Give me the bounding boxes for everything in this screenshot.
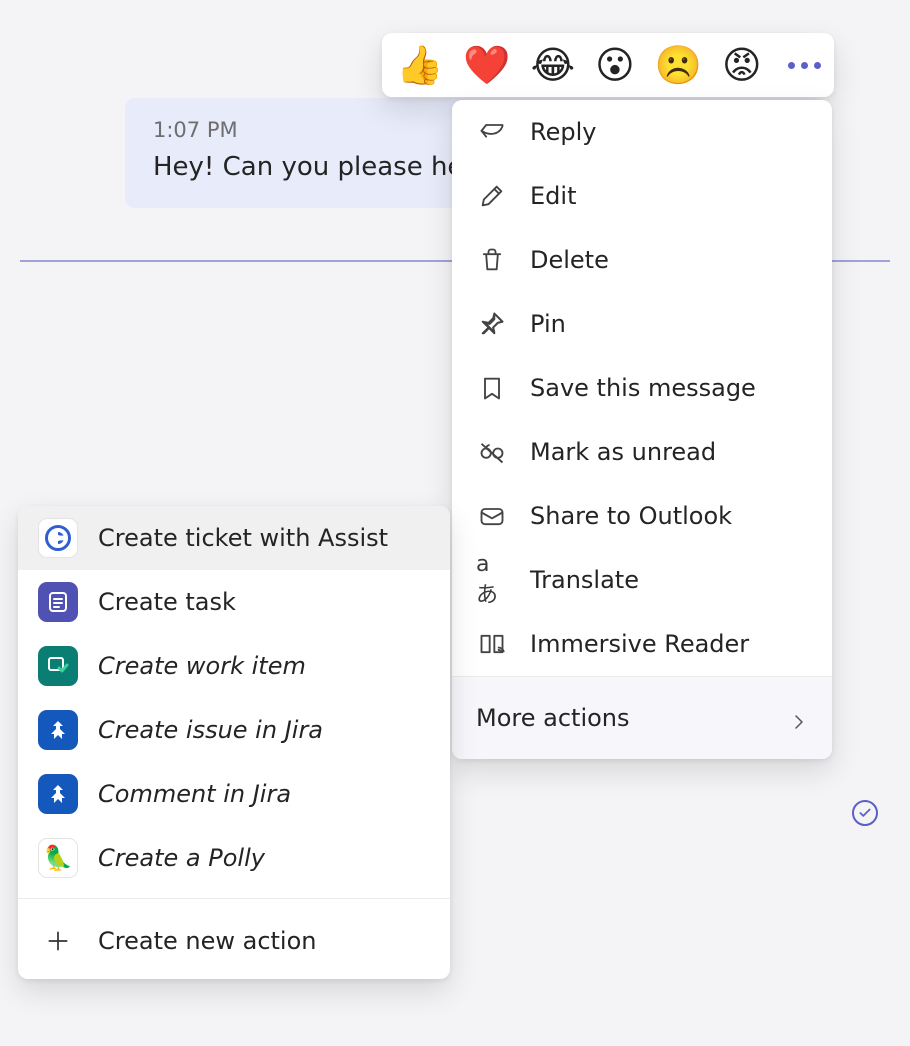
submenu-item-label: Create ticket with Assist — [98, 524, 388, 552]
menu-item-label: Share to Outlook — [530, 502, 732, 530]
submenu-item-label: Create a Polly — [98, 844, 265, 872]
translate-icon: aあ — [476, 564, 508, 596]
reaction-bar: 👍 ❤️ 😂 😮 ☹️ 😡 — [382, 33, 834, 97]
reaction-surprised[interactable]: 😮 — [595, 46, 635, 84]
menu-item-label: Reply — [530, 118, 596, 146]
jira-app-icon — [38, 710, 78, 750]
submenu-item-label: Create work item — [98, 652, 306, 680]
submenu-item-label: Create issue in Jira — [98, 716, 323, 744]
menu-item-label: Immersive Reader — [530, 630, 749, 658]
mark-unread-icon — [476, 436, 508, 468]
submenu-item-label: Create new action — [98, 927, 316, 955]
submenu-item-label: Comment in Jira — [98, 780, 291, 808]
edit-icon — [476, 180, 508, 212]
bookmark-icon — [476, 372, 508, 404]
menu-item-immersive-reader[interactable]: Immersive Reader — [452, 612, 832, 676]
more-actions-submenu: Create ticket with Assist Create task Cr… — [18, 506, 450, 979]
menu-item-mark-unread[interactable]: Mark as unread — [452, 420, 832, 484]
immersive-reader-icon — [476, 628, 508, 660]
reaction-heart[interactable]: ❤️ — [463, 46, 510, 84]
submenu-item-create-issue-jira[interactable]: Create issue in Jira — [18, 698, 450, 762]
menu-item-label: Save this message — [530, 374, 756, 402]
menu-item-more-actions[interactable]: More actions — [452, 677, 832, 759]
submenu-item-comment-jira[interactable]: Comment in Jira — [18, 762, 450, 826]
reaction-thumbs-up[interactable]: 👍 — [396, 46, 443, 84]
menu-item-edit[interactable]: Edit — [452, 164, 832, 228]
plus-icon — [38, 921, 78, 961]
submenu-item-create-new-action[interactable]: Create new action — [18, 903, 450, 979]
menu-item-label: Pin — [530, 310, 566, 338]
submenu-item-create-polly[interactable]: 🦜 Create a Polly — [18, 826, 450, 890]
jira-app-icon — [38, 774, 78, 814]
menu-item-delete[interactable]: Delete — [452, 228, 832, 292]
chevron-right-icon — [790, 709, 808, 727]
pin-icon — [476, 308, 508, 340]
delete-icon — [476, 244, 508, 276]
menu-item-label: More actions — [476, 704, 630, 732]
azure-boards-app-icon — [38, 646, 78, 686]
submenu-divider — [18, 898, 450, 899]
menu-item-pin[interactable]: Pin — [452, 292, 832, 356]
share-outlook-icon — [476, 500, 508, 532]
message-context-menu: Reply Edit Delete Pin Save this message … — [452, 100, 832, 759]
menu-item-label: Edit — [530, 182, 576, 210]
more-reactions-button[interactable] — [782, 62, 827, 69]
reaction-laugh[interactable]: 😂 — [531, 46, 575, 84]
reaction-angry[interactable]: 😡 — [722, 46, 762, 84]
submenu-item-create-work-item[interactable]: Create work item — [18, 634, 450, 698]
assist-app-icon — [38, 518, 78, 558]
read-receipt-icon — [852, 800, 878, 826]
tasks-app-icon — [38, 582, 78, 622]
submenu-item-label: Create task — [98, 588, 236, 616]
menu-item-translate[interactable]: aあ Translate — [452, 548, 832, 612]
submenu-item-create-ticket-assist[interactable]: Create ticket with Assist — [18, 506, 450, 570]
polly-app-icon: 🦜 — [38, 838, 78, 878]
reply-icon — [476, 116, 508, 148]
menu-item-label: Delete — [530, 246, 609, 274]
menu-item-label: Mark as unread — [530, 438, 716, 466]
menu-item-save-message[interactable]: Save this message — [452, 356, 832, 420]
submenu-item-create-task[interactable]: Create task — [18, 570, 450, 634]
menu-item-share-outlook[interactable]: Share to Outlook — [452, 484, 832, 548]
menu-item-reply[interactable]: Reply — [452, 100, 832, 164]
reaction-sad[interactable]: ☹️ — [655, 46, 702, 84]
menu-item-label: Translate — [530, 566, 639, 594]
